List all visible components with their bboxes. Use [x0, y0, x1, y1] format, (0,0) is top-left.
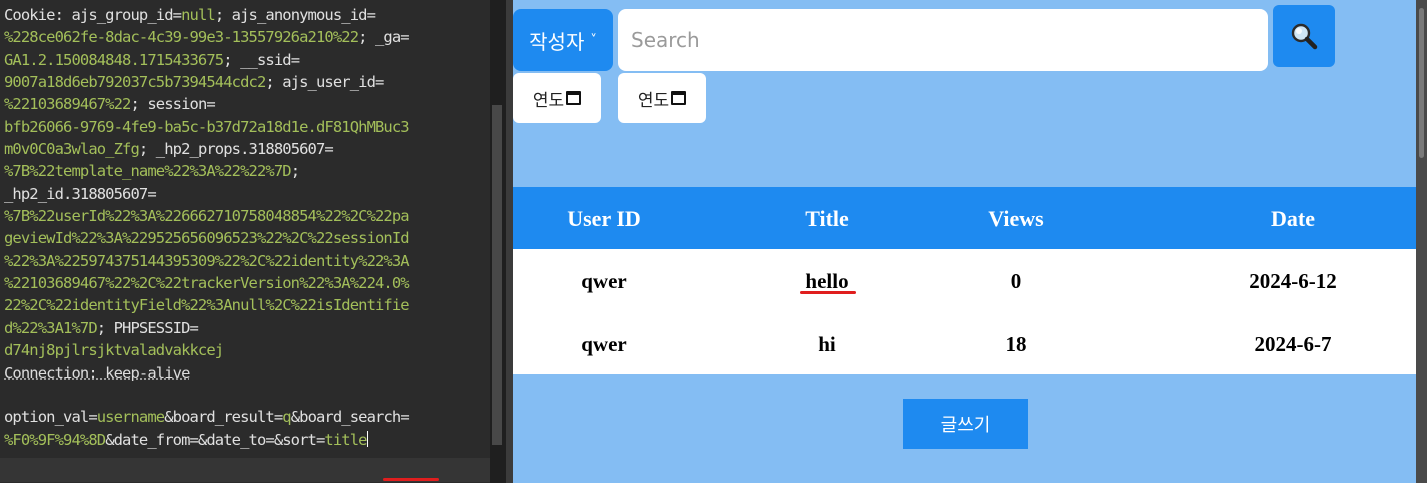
page-scrollbar[interactable] — [1416, 0, 1427, 483]
board-table-header: User ID Title Views Date — [513, 187, 1416, 249]
request-segment: d74nj8pjlrsjktvaladvakkcej — [4, 341, 224, 360]
panel-divider[interactable] — [506, 0, 513, 483]
request-segment: &board_result= — [164, 408, 283, 427]
row-2-views: 18 — [1005, 332, 1027, 356]
request-segment: d%22%3A1%7D — [4, 318, 98, 337]
search-option-label: 작성자 — [529, 29, 585, 54]
request-segment: title — [324, 430, 367, 449]
request-line[interactable]: GA1.2.150084848.1715433675; __ssid= — [4, 49, 490, 71]
magnifier-icon — [1291, 23, 1318, 50]
request-line[interactable]: m0v0C0a3wlao_Zfg; _hp2_props.318805607= — [4, 138, 490, 160]
request-line[interactable]: 9007a18d6eb792037c5b7394544cdc2; ajs_use… — [4, 71, 490, 93]
request-line[interactable]: %F0%9F%94%8D&date_from=&date_to=&sort=ti… — [4, 429, 490, 451]
request-segment: username — [96, 408, 165, 427]
chevron-down-icon: ˅ — [590, 32, 597, 48]
column-header-date[interactable]: Date — [1271, 206, 1315, 232]
request-segment: ; session= — [130, 95, 215, 114]
search-input[interactable] — [618, 9, 1268, 71]
request-segment: &board_search= — [290, 408, 410, 427]
request-segment: ; __ssid= — [223, 50, 300, 69]
row-2-user: qwer — [581, 332, 627, 356]
request-line[interactable]: _hp2_id.318805607= — [4, 183, 490, 205]
request-segment: geviewId%22%3A%229525656096523%22%2C%22s… — [4, 229, 410, 248]
request-editor[interactable]: Cookie: ajs_group_id=null; ajs_anonymous… — [0, 0, 506, 483]
row-1-user: qwer — [581, 269, 627, 293]
row-2-title-link[interactable]: hi — [818, 332, 836, 357]
write-post-button[interactable]: 글쓰기 — [903, 399, 1028, 449]
page-scrollbar-thumb[interactable] — [1419, 8, 1424, 158]
column-header-title[interactable]: Title — [805, 206, 849, 232]
date-from-input[interactable]: 연도 — [513, 73, 601, 123]
request-line[interactable]: %7B%22template_name%22%3A%22%22%7D; — [4, 160, 490, 182]
calendar-icon[interactable] — [566, 91, 582, 105]
request-line[interactable]: geviewId%22%3A%229525656096523%22%2C%22s… — [4, 227, 490, 249]
request-segment: q — [282, 408, 291, 427]
request-segment: %22103689467%22%2C%22trackerVersion%22%3… — [4, 274, 410, 293]
request-line[interactable]: Connection: keep-alive — [4, 362, 490, 384]
column-header-views[interactable]: Views — [988, 206, 1043, 232]
sort-param-underline — [383, 478, 439, 481]
request-line[interactable]: option_val=username&board_result=q&board… — [4, 406, 490, 428]
row-2-date: 2024-6-7 — [1254, 332, 1332, 356]
title-underline-mark — [800, 291, 856, 294]
request-segment: %F0%9F%94%8D — [4, 430, 106, 449]
request-segment: ; — [290, 162, 300, 181]
board-table-body: qwer hello 0 2024-6-12 qwer hi 18 2024-6… — [513, 249, 1416, 374]
request-line[interactable]: Cookie: ajs_group_id=null; ajs_anonymous… — [4, 4, 490, 26]
search-button[interactable] — [1273, 5, 1335, 67]
calendar-icon[interactable] — [671, 91, 687, 105]
request-line[interactable]: d74nj8pjlrsjktvaladvakkcej — [4, 339, 490, 361]
request-line[interactable]: bfb26066-9769-4fe9-ba5c-b37d72a18d1e.dF8… — [4, 116, 490, 138]
request-segment: Cookie: ajs_group_id= — [4, 6, 182, 24]
request-segment: bfb26066-9769-4fe9-ba5c-b37d72a18d1e.dF8… — [4, 117, 410, 136]
request-line[interactable]: %22103689467%22%2C%22trackerVersion%22%3… — [4, 272, 490, 294]
request-segment: null — [181, 6, 216, 24]
row-1-views: 0 — [1010, 269, 1022, 293]
request-segment: ; ajs_anonymous_id= — [214, 6, 376, 24]
request-text[interactable]: Cookie: ajs_group_id=null; ajs_anonymous… — [4, 4, 490, 451]
request-segment: %22103689467%22 — [4, 95, 131, 114]
request-segment: %7B%22template_name%22%3A%22%22%7D — [4, 162, 292, 181]
request-segment: _hp2_id.318805607= — [4, 184, 157, 203]
date-from-label: 연도 — [532, 90, 565, 111]
editor-scrollbar-thumb[interactable] — [492, 105, 502, 445]
request-segment: 22%2C%22identityField%22%3Anull%2C%22isI… — [4, 296, 410, 315]
request-segment: ; _hp2_props.318805607= — [138, 140, 334, 159]
request-segment: option_val= — [4, 408, 98, 427]
request-line[interactable]: %7B%22userId%22%3A%226662710758048854%22… — [4, 205, 490, 227]
request-segment: 9007a18d6eb792037c5b7394544cdc2 — [4, 73, 266, 92]
request-segment: &date_from=&date_to=&sort= — [105, 430, 325, 449]
date-to-input[interactable]: 연도 — [618, 73, 706, 123]
request-segment: %22%3A%225974375144395309%22%2C%22identi… — [4, 251, 410, 270]
request-segment: ; _ga= — [358, 28, 409, 47]
request-line[interactable]: d%22%3A1%7D; PHPSESSID= — [4, 317, 490, 339]
search-option-select[interactable]: 작성자 ˅ — [513, 9, 613, 71]
row-1-date: 2024-6-12 — [1249, 269, 1337, 293]
request-line[interactable] — [4, 384, 490, 406]
request-segment: %7B%22userId%22%3A%226662710758048854%22… — [4, 207, 410, 226]
column-header-user-id[interactable]: User ID — [567, 206, 641, 232]
request-segment: m0v0C0a3wlao_Zfg — [4, 140, 140, 159]
request-segment: %228ce062fe-8dac-4c39-99e3-13557926a210%… — [4, 28, 359, 47]
request-segment: GA1.2.150084848.1715433675 — [4, 50, 224, 69]
request-segment: ; PHPSESSID= — [96, 318, 199, 337]
request-line[interactable]: %22103689467%22; session= — [4, 93, 490, 115]
request-line[interactable]: %22%3A%225974375144395309%22%2C%22identi… — [4, 250, 490, 272]
request-segment: ; ajs_user_id= — [265, 73, 384, 92]
request-segment: Connection: keep-alive — [4, 363, 190, 382]
request-line[interactable]: 22%2C%22identityField%22%3Anull%2C%22isI… — [4, 294, 490, 316]
text-caret — [366, 430, 368, 447]
date-to-label: 연도 — [637, 90, 670, 111]
request-line[interactable]: %228ce062fe-8dac-4c39-99e3-13557926a210%… — [4, 26, 490, 48]
